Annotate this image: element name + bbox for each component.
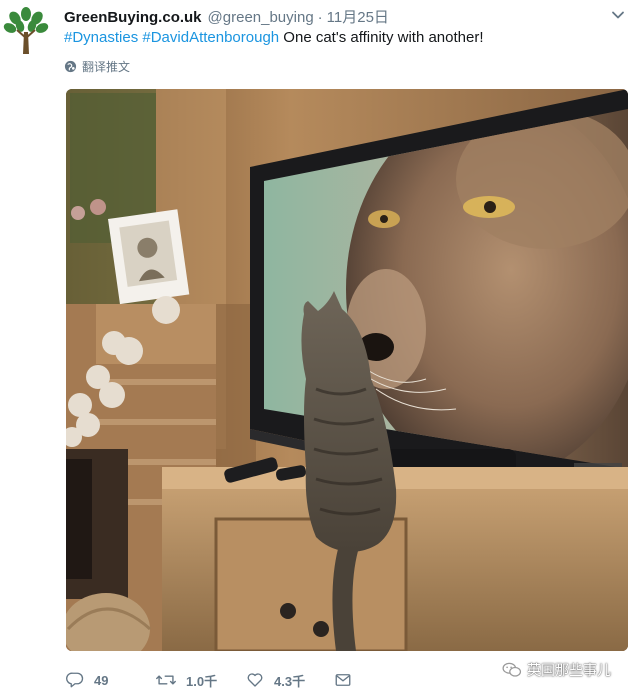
tree-logo-icon (3, 7, 49, 54)
heart-icon (247, 673, 263, 687)
hashtag-davidattenborough[interactable]: #DavidAttenborough (142, 29, 279, 46)
tweet: GreenBuying.co.uk @green_buying · 11月25日… (0, 0, 640, 698)
like-count: 4.3千 (274, 673, 306, 689)
tweet-photo[interactable] (66, 89, 628, 651)
hashtag-dynasties[interactable]: #Dynasties (64, 29, 138, 46)
translate-label[interactable]: 翻译推文 (82, 58, 130, 75)
tweet-header: GreenBuying.co.uk @green_buying · 11月25日 (64, 6, 389, 26)
photo-cat-watching-lion-on-tv (66, 89, 628, 651)
retweet-button[interactable]: 1.0千 (156, 668, 217, 692)
wechat-icon (502, 662, 522, 677)
display-name[interactable]: GreenBuying.co.uk (64, 9, 202, 26)
translate-tweet-link[interactable]: 翻译推文 (64, 58, 130, 75)
tweet-text: #Dynasties #DavidAttenborough One cat's … (64, 28, 484, 48)
tweet-date[interactable]: 11月25日 (327, 6, 389, 27)
envelope-icon (335, 674, 351, 686)
reply-icon (66, 672, 84, 688)
more-menu-button[interactable] (611, 8, 625, 22)
retweet-count: 1.0千 (186, 673, 218, 689)
watermark: 英国那些事儿 (502, 660, 611, 680)
direct-message-button[interactable] (334, 668, 362, 692)
avatar[interactable] (2, 4, 50, 56)
reply-button[interactable]: 49 (66, 668, 108, 692)
globe-icon (64, 60, 77, 73)
retweet-icon (156, 675, 176, 685)
like-button[interactable]: 4.3千 (246, 668, 305, 692)
user-handle[interactable]: @green_buying (208, 9, 314, 26)
watermark-text: 英国那些事儿 (527, 662, 611, 678)
tweet-body: One cat's affinity with another! (279, 29, 484, 46)
chevron-down-icon (612, 11, 624, 19)
separator-dot: · (317, 9, 323, 26)
reply-count: 49 (94, 672, 109, 688)
